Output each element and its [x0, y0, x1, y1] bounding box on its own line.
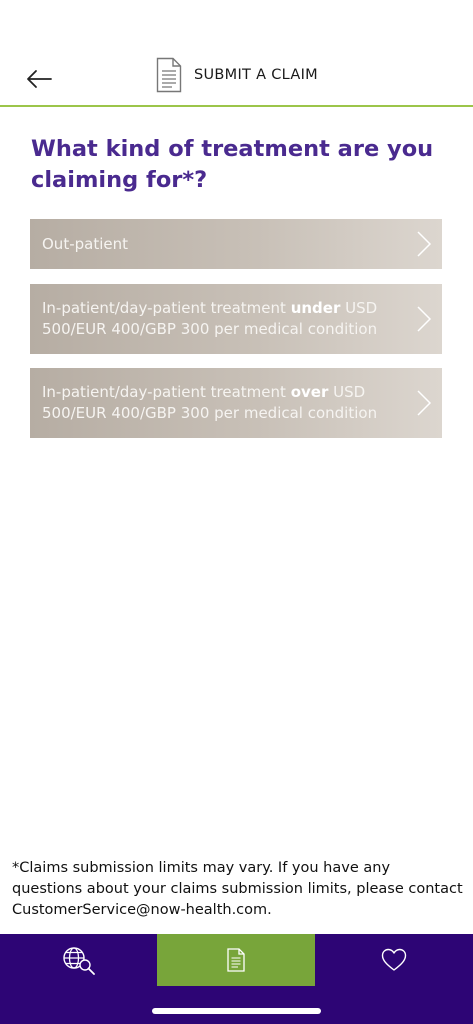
chevron-right-icon: [417, 231, 432, 257]
chevron-right-icon: [417, 306, 432, 332]
bottom-tab-bar: [0, 934, 473, 1024]
arrow-left-icon: [27, 70, 52, 88]
chevron-right-icon: [417, 390, 432, 416]
header-title-group: SUBMIT A CLAIM: [156, 56, 318, 94]
option-label: Out-patient: [42, 234, 128, 253]
document-icon: [227, 948, 245, 972]
option-out-patient[interactable]: Out-patient: [30, 219, 442, 269]
option-emphasis: over: [290, 383, 329, 401]
tab-favorites[interactable]: [315, 934, 473, 986]
tab-global-search[interactable]: [0, 934, 157, 986]
header: SUBMIT A CLAIM: [0, 0, 473, 108]
globe-search-icon: [62, 947, 95, 975]
option-label: In-patient/day-patient treatment under U…: [42, 299, 378, 338]
tab-claims[interactable]: [157, 934, 315, 986]
option-label: In-patient/day-patient treatment over US…: [42, 383, 378, 422]
page-title: SUBMIT A CLAIM: [194, 67, 318, 83]
header-divider: [0, 105, 473, 107]
back-button[interactable]: [22, 62, 56, 96]
claims-footnote: *Claims submission limits may vary. If y…: [12, 860, 463, 918]
treatment-question: What kind of treatment are you claiming …: [31, 136, 434, 193]
option-emphasis: under: [290, 299, 341, 317]
option-in-patient-under[interactable]: In-patient/day-patient treatment under U…: [30, 284, 442, 354]
heart-icon: [381, 948, 407, 971]
home-indicator[interactable]: [152, 1008, 321, 1014]
document-icon: [156, 57, 182, 93]
option-in-patient-over[interactable]: In-patient/day-patient treatment over US…: [30, 368, 442, 438]
